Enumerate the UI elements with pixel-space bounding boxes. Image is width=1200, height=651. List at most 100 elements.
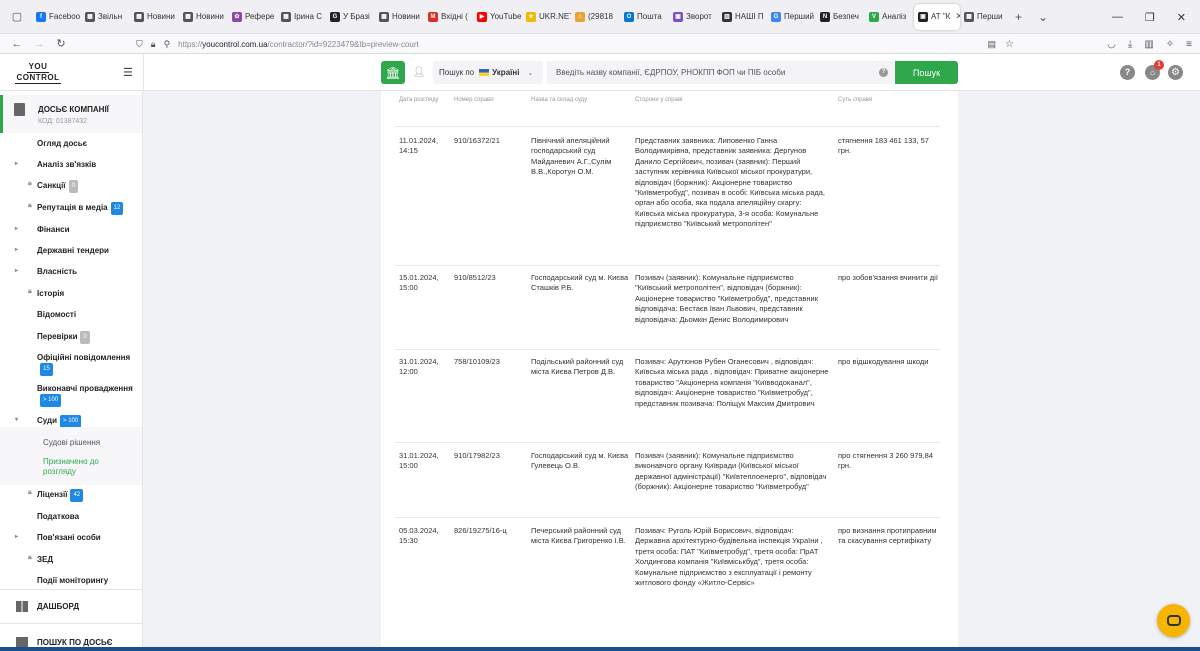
cell-subject: про стягнення 3 260 979,84 грн. <box>838 451 934 471</box>
browser-tab[interactable]: M Вхідні ( <box>424 4 473 30</box>
browser-tab[interactable]: G Перший <box>767 4 816 30</box>
tab-label: Вхідні ( <box>441 12 468 21</box>
bookmark-star-icon[interactable]: ☆ <box>1005 39 1014 50</box>
tab-favicon-icon: ▣ <box>673 11 683 22</box>
tab-label: Зворот <box>686 12 712 21</box>
person-search-mode-button[interactable]: 👤︎ <box>409 61 429 84</box>
chevron-right-icon[interactable]: ▸ <box>15 267 18 274</box>
browser-tab[interactable]: ▦ Новини <box>130 4 179 30</box>
permissions-icon[interactable]: ⚲ <box>164 39 171 50</box>
court-hearings-table: Дата розгляду Номер справи Назва та скла… <box>381 91 958 651</box>
sidebar-divider-2 <box>0 623 142 624</box>
tab-favicon-icon: f <box>36 11 46 22</box>
browser-tab[interactable]: V Аналіз <box>865 4 914 30</box>
cell-number[interactable]: 910/17982/23 <box>454 451 528 461</box>
company-dossier-header[interactable]: ДОСЬЄ КОМПАНІЇ КОД: 01387432 <box>0 95 142 133</box>
sidebar-item-label: Історія <box>37 289 65 298</box>
close-window-icon[interactable]: ✕ <box>1177 11 1186 24</box>
reader-view-icon[interactable]: ▤ <box>987 39 996 50</box>
tab-label: (29818 <box>588 12 613 21</box>
youcontrol-logo[interactable]: YOU CONTROL <box>15 62 61 84</box>
back-icon[interactable]: ← <box>6 38 28 50</box>
tab-favicon-icon: M <box>428 11 438 22</box>
browser-tab[interactable]: ▥ НАШІ П <box>718 4 767 30</box>
lock-icon: 🔒︎ <box>28 202 32 209</box>
chevron-right-icon[interactable]: ▸ <box>15 246 18 253</box>
tab-favicon-icon: ▣ <box>918 11 928 22</box>
cell-number[interactable]: 910/8512/23 <box>454 273 528 283</box>
cell-number[interactable]: 758/10109/23 <box>454 357 528 367</box>
tab-label: Перши <box>977 12 1003 21</box>
browser-tab[interactable]: ✿ Рефере <box>228 4 277 30</box>
downloads-icon[interactable]: ⤓ <box>1128 39 1132 50</box>
browser-tab[interactable]: ▦ Новини <box>375 4 424 30</box>
browser-tab[interactable]: ▣ Зворот <box>669 4 718 30</box>
url-domain: youcontrol.com.ua <box>202 39 268 49</box>
minimize-icon[interactable]: — <box>1112 11 1123 23</box>
submenu-court-decisions[interactable]: Судові рішення <box>43 438 100 447</box>
count-badge: 42 <box>70 489 84 502</box>
toolbar-right: ◡ ⤓ ▥ ✧ ≡ <box>1107 34 1192 54</box>
sidebar-item-label: Огляд досьє <box>37 139 88 148</box>
browser-tab[interactable]: ▦ Ірина С <box>277 4 326 30</box>
reload-icon[interactable]: ↻ <box>50 37 72 50</box>
browser-tab[interactable]: ▦ Звільн <box>81 4 130 30</box>
browser-nav-bar: ← → ↻ ⛉ 🔒︎ ⚲ https://youcontrol.com.ua/c… <box>0 34 1200 54</box>
browser-tab[interactable]: GУ Бразі <box>326 4 375 30</box>
tab-label: Новини <box>147 12 175 21</box>
tab-label: YouTube <box>490 12 522 21</box>
address-bar[interactable]: ⛉ 🔒︎ ⚲ https://youcontrol.com.ua/contrac… <box>136 34 1024 54</box>
browser-tab[interactable]: ★ UKR.NET <box>522 4 571 30</box>
submenu-scheduled-hearings[interactable]: Призначено до розгляду <box>43 457 123 477</box>
search-button[interactable]: Пошук <box>895 61 958 84</box>
sidebar-item-label: Репутація в медіа <box>37 203 108 212</box>
chat-support-button[interactable] <box>1157 604 1190 637</box>
cell-number[interactable]: 910/16372/21 <box>454 136 528 146</box>
sidebar-toggle-icon[interactable]: ☰ <box>123 66 133 79</box>
cell-number[interactable]: 826/19275/16-ц <box>454 526 528 536</box>
new-tab-icon[interactable]: + <box>1015 10 1022 24</box>
cell-date: 11.01.2024, 14:15 <box>399 136 439 156</box>
library-icon[interactable]: ▥ <box>1144 39 1153 50</box>
chevron-right-icon[interactable]: ▸ <box>15 160 18 167</box>
lock-icon: 🔒︎ <box>28 489 32 496</box>
cell-sides: Позивач (заявник): Комунальне підприємст… <box>635 451 827 492</box>
browser-tab[interactable]: N Безпеч <box>816 4 865 30</box>
shield-icon[interactable]: ⛉ <box>136 39 143 50</box>
browser-tab[interactable]: ⌂ (29818 <box>571 4 620 30</box>
count-badge: 12 <box>110 202 124 215</box>
company-search-mode-button[interactable]: 🏛︎ <box>381 61 405 84</box>
forward-icon[interactable]: → <box>28 38 50 50</box>
extensions-icon[interactable]: ✧ <box>1166 39 1174 50</box>
maximize-icon[interactable]: ❐ <box>1145 11 1155 24</box>
browser-tab[interactable]: ▶ YouTube <box>473 4 522 30</box>
cell-subject: про зобов'язання вчинити дії <box>838 273 938 282</box>
browser-tab[interactable]: ▣ АТ "К ✕ <box>914 3 960 30</box>
settings-gear-icon[interactable]: ⚙ <box>1168 65 1183 80</box>
browser-tab[interactable]: f Faceboo <box>32 4 81 30</box>
menu-icon[interactable]: ≡ <box>1186 39 1192 50</box>
lock-icon[interactable]: 🔒︎ <box>151 39 156 50</box>
tab-label: Аналіз <box>882 12 907 21</box>
notifications-icon[interactable]: ⌂ 1 <box>1145 60 1164 80</box>
search-scope-select[interactable]: Пошук по Україні ⌄ <box>433 61 543 84</box>
chevron-right-icon[interactable]: ▸ <box>15 225 18 232</box>
browser-tab[interactable]: ▦ Перши <box>960 4 1009 30</box>
search-help-icon[interactable]: ? <box>879 68 888 77</box>
tab-list-icon[interactable]: ▢ <box>6 6 28 28</box>
chevron-down-icon[interactable]: ▾ <box>15 416 18 423</box>
company-search-input[interactable] <box>547 61 894 84</box>
browser-tab[interactable]: O Пошта <box>620 4 669 30</box>
browser-tab[interactable]: ▦ Новини <box>179 4 228 30</box>
chevron-right-icon[interactable]: ▸ <box>15 533 18 540</box>
lock-icon: 🔒︎ <box>28 180 32 187</box>
sidebar-item-label: Виконавчі провадження <box>37 384 133 393</box>
header-separator <box>395 126 940 127</box>
pocket-icon[interactable]: ◡ <box>1107 39 1116 50</box>
sidebar-item-label: Перевірки <box>37 332 78 341</box>
dossier-icon <box>14 103 25 116</box>
tab-overflow-icon[interactable]: ⌄ <box>1038 10 1048 24</box>
sidebar-item-label: Санкції <box>37 181 66 190</box>
tab-favicon-icon: ▦ <box>85 11 95 22</box>
help-icon[interactable]: ? <box>1120 65 1135 80</box>
